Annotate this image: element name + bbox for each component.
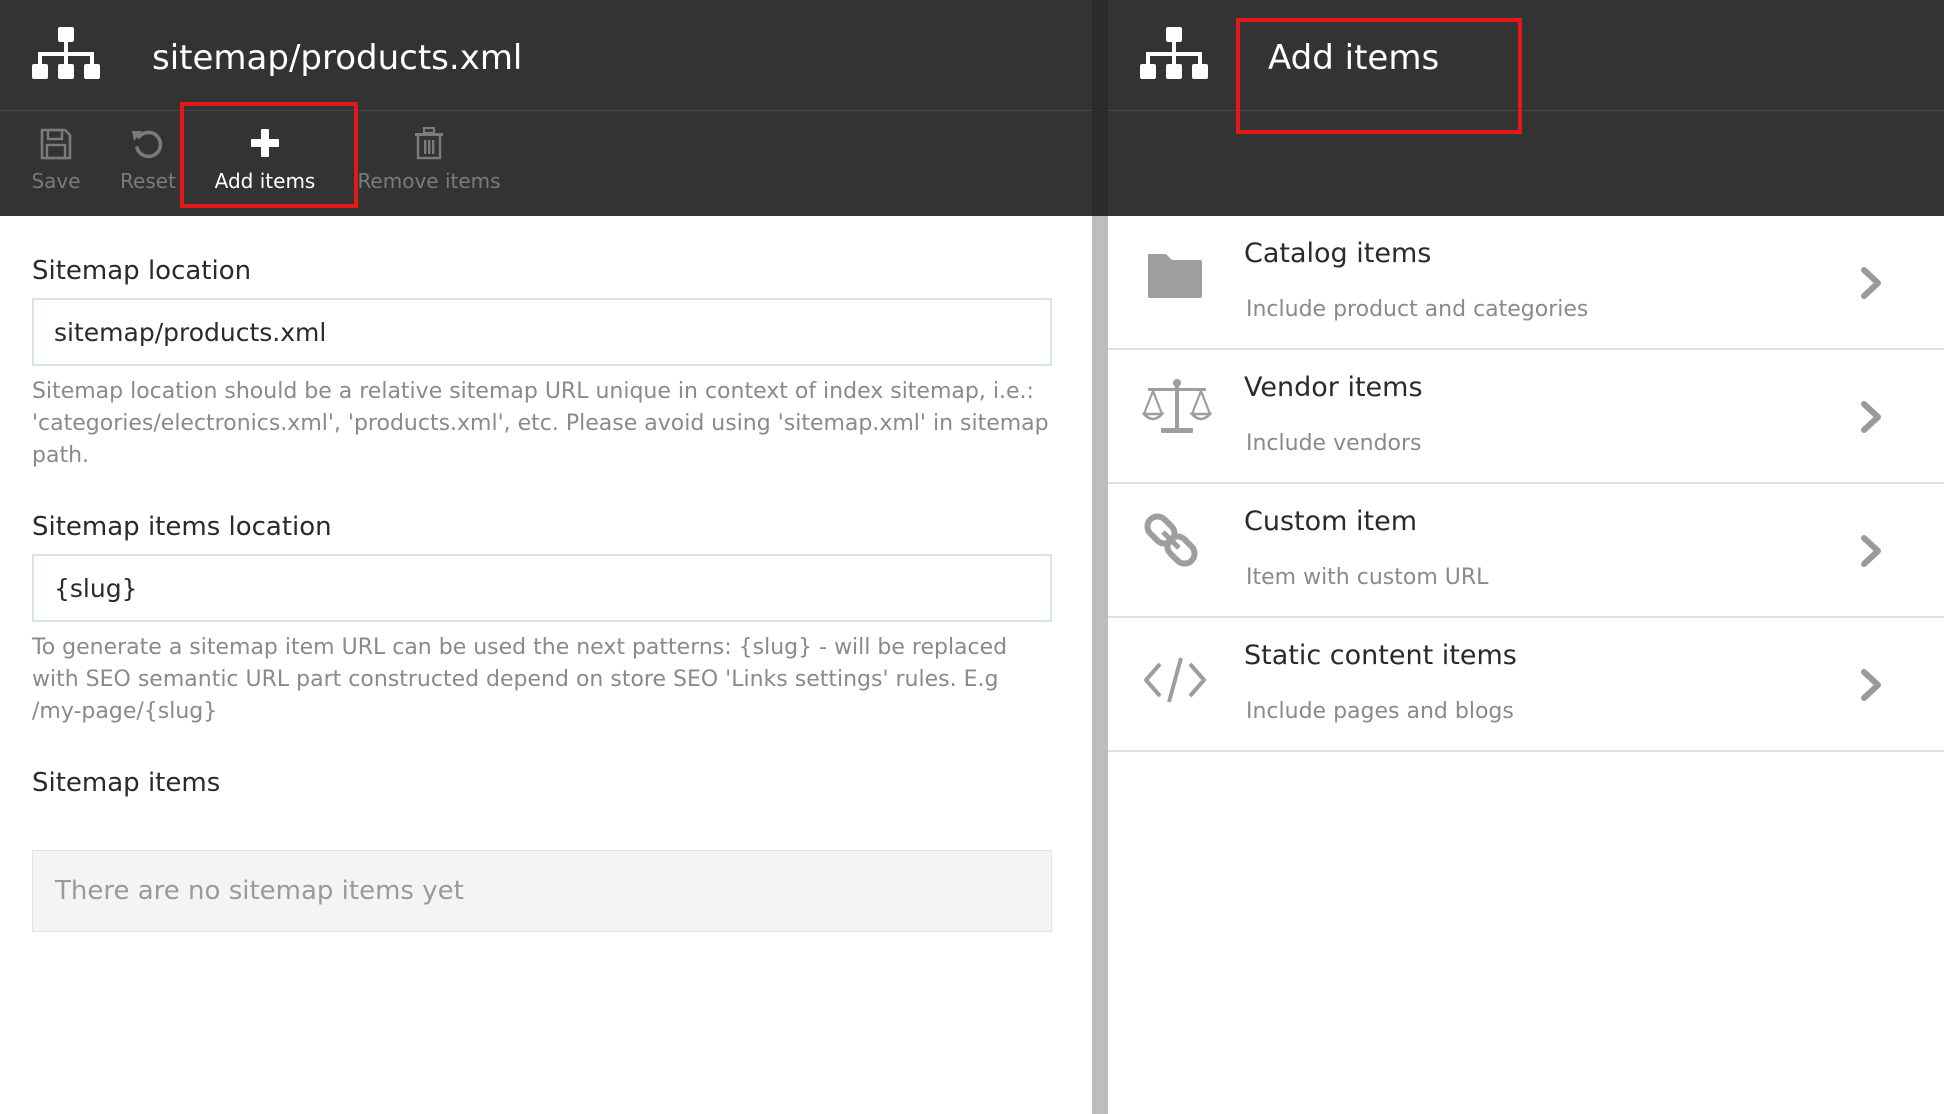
blade-toolbar: Save Reset Add items Remove items <box>0 110 1092 216</box>
add-items-label: Add items <box>214 169 316 193</box>
sitemap-icon <box>1140 27 1208 89</box>
chevron-right-icon <box>1860 400 1884 438</box>
list-item-catalog-items[interactable]: Catalog items Include product and catego… <box>1108 216 1944 350</box>
chevron-right-icon <box>1860 534 1884 572</box>
sitemap-items-label: Sitemap items <box>32 768 221 798</box>
link-icon <box>1142 510 1208 576</box>
folder-icon <box>1142 242 1208 308</box>
sitemap-items-location-input[interactable]: {slug} <box>32 554 1052 622</box>
list-item-desc: Include pages and blogs <box>1246 699 1514 724</box>
sitemap-edit-blade: sitemap/products.xml Save Reset Add item… <box>0 0 1092 1114</box>
blade-divider <box>1092 0 1108 1114</box>
sitemap-location-value: sitemap/products.xml <box>54 318 327 347</box>
undo-icon <box>130 127 166 165</box>
sitemap-items-empty-state: There are no sitemap items yet <box>32 850 1052 932</box>
add-items-button[interactable]: Add items <box>190 111 340 217</box>
save-button[interactable]: Save <box>18 111 94 217</box>
trash-icon <box>414 126 444 165</box>
balance-scale-icon <box>1141 376 1213 442</box>
add-items-blade: Add items Catalog items Include product … <box>1108 0 1944 1114</box>
sitemap-items-location-hint: To generate a sitemap item URL can be us… <box>32 635 1008 724</box>
blade-toolbar <box>1108 110 1944 216</box>
list-item-static-content-items[interactable]: Static content items Include pages and b… <box>1108 618 1944 752</box>
chevron-right-icon <box>1860 266 1884 304</box>
list-item-vendor-items[interactable]: Vendor items Include vendors <box>1108 350 1944 484</box>
list-item-custom-item[interactable]: Custom item Item with custom URL <box>1108 484 1944 618</box>
code-icon <box>1142 644 1208 710</box>
list-item-desc: Include product and categories <box>1246 297 1589 322</box>
blade-header: sitemap/products.xml <box>0 0 1092 110</box>
sitemap-items-location-value: {slug} <box>54 574 138 603</box>
remove-items-button[interactable]: Remove items <box>354 111 504 217</box>
list-item-title: Custom item <box>1244 506 1418 537</box>
sitemap-location-input[interactable]: sitemap/products.xml <box>32 298 1052 366</box>
save-icon <box>39 127 73 165</box>
list-item-title: Vendor items <box>1244 372 1423 403</box>
blade-title: sitemap/products.xml <box>152 38 523 78</box>
list-item-title: Static content items <box>1244 640 1517 671</box>
sitemap-items-location-label: Sitemap items location <box>32 512 332 542</box>
plus-icon <box>249 127 281 163</box>
list-item-desc: Item with custom URL <box>1246 565 1489 590</box>
remove-items-label: Remove items <box>357 169 501 193</box>
sitemap-location-label: Sitemap location <box>32 256 252 286</box>
sitemap-icon <box>32 27 100 89</box>
chevron-right-icon <box>1860 668 1884 706</box>
save-label: Save <box>31 169 81 193</box>
empty-state-text: There are no sitemap items yet <box>55 876 464 906</box>
list-item-desc: Include vendors <box>1246 431 1422 456</box>
sitemap-location-hint: Sitemap location should be a relative si… <box>32 379 1049 468</box>
reset-button[interactable]: Reset <box>110 111 186 217</box>
blade-title: Add items <box>1268 38 1440 78</box>
list-item-title: Catalog items <box>1244 238 1432 269</box>
blade-header: Add items <box>1108 0 1944 110</box>
reset-label: Reset <box>120 169 176 193</box>
